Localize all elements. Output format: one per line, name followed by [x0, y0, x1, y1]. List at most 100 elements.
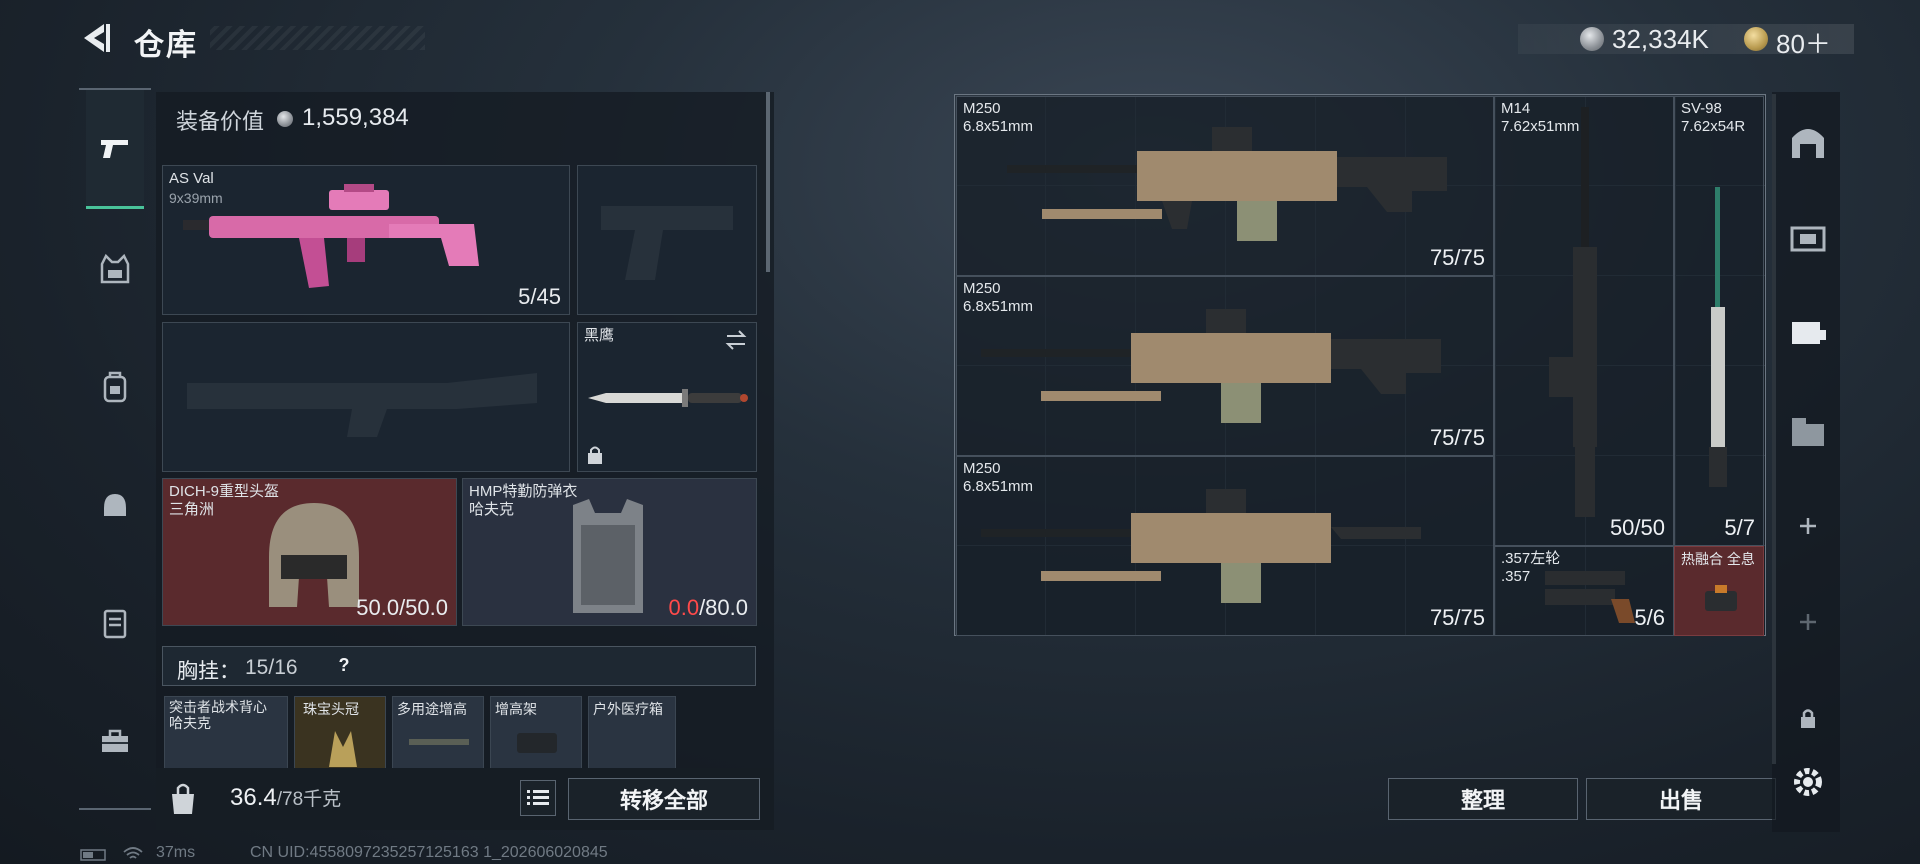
storage-tab-main[interactable] — [1782, 116, 1834, 168]
ping-display: 37ms — [156, 844, 196, 861]
storage-tab-3[interactable] — [1782, 306, 1834, 358]
vest-item-slot[interactable]: 增高架 — [490, 696, 582, 774]
riser-icon — [409, 739, 469, 745]
storage-box-icon — [1790, 226, 1826, 252]
storage-box-icon — [1792, 418, 1824, 446]
lock-icon — [588, 446, 602, 464]
helmet-icon — [269, 503, 359, 607]
toolbox-icon — [102, 729, 128, 752]
user-uid: CN UID:4558097235257125163 1_20260602084… — [250, 844, 608, 861]
helmet-slot[interactable]: DICH-9重型头盔 三角洲 50.0/50.0 — [162, 478, 457, 626]
helmet-durability-max: /50.0 — [399, 595, 448, 620]
list-view-button[interactable] — [520, 780, 556, 816]
melee-slot[interactable]: 黑鹰 — [577, 322, 757, 472]
tab-weapons[interactable] — [86, 90, 144, 209]
silver-coin-icon — [1580, 27, 1604, 51]
gold-coin-icon — [1744, 27, 1768, 51]
stash-item-revolver[interactable]: .357左轮 .357 5/6 — [1494, 546, 1674, 636]
list-icon — [527, 790, 549, 805]
sniper-rifle-icon — [1549, 107, 1597, 517]
armor-vest-icon — [573, 499, 643, 613]
helmet-faction: 三角洲 — [169, 501, 215, 518]
sort-button[interactable]: 整理 — [1388, 778, 1578, 820]
primary-weapon-slot[interactable]: AS Val 9x39mm 5/45 — [162, 165, 570, 315]
add-storage-button[interactable] — [1782, 596, 1834, 648]
pistol-icon — [101, 140, 128, 158]
swap-icon[interactable] — [724, 329, 748, 351]
sniper-rifle-icon — [1709, 187, 1727, 487]
pistol-slot[interactable] — [577, 165, 757, 315]
chest-rig-label: 胸挂： — [177, 660, 240, 683]
vest-item-name: 突击者战术背心 — [169, 699, 267, 715]
backpack-icon — [103, 371, 127, 403]
vest-item-slot[interactable]: 多用途增高 — [392, 696, 484, 774]
item-count: 75/75 — [1429, 245, 1485, 270]
gold-currency[interactable]: 80＋ — [1776, 24, 1831, 61]
knife-icon — [588, 389, 748, 407]
page-title: 仓库 — [134, 29, 198, 62]
stash-item-sv98[interactable]: SV-98 7.62x54R 5/7 — [1674, 96, 1764, 546]
storage-box-icon — [1792, 322, 1826, 344]
item-count: 50/50 — [1609, 515, 1665, 540]
armor-name: HMP特勤防弹衣 — [469, 483, 578, 500]
vest-item-sub: 哈夫克 — [169, 715, 211, 731]
machine-gun-icon — [1007, 127, 1447, 241]
back-arrow-icon[interactable] — [78, 20, 112, 56]
storage-tab-4[interactable] — [1782, 404, 1834, 456]
revolver-icon — [1545, 571, 1635, 623]
secondary-weapon-slot[interactable] — [162, 322, 570, 472]
tab-vest[interactable] — [86, 240, 144, 298]
armor-slot[interactable]: HMP特勤防弹衣 哈夫克 0.0/80.0 — [462, 478, 757, 626]
help-icon[interactable]: ? — [331, 651, 357, 679]
transfer-all-button[interactable]: 转移全部 — [568, 778, 760, 820]
bag-weight-icon — [172, 783, 194, 814]
armor-durability-current: 0.0 — [668, 595, 700, 620]
stash-item-m250[interactable]: M250 6.8x51mm 75/75 — [956, 456, 1494, 636]
battery-icon — [80, 849, 106, 861]
helmet-durability: 50.0/50.0 — [356, 595, 448, 621]
equipment-value-label: 装备价值 — [176, 109, 265, 134]
tab-toolbox[interactable] — [86, 712, 144, 770]
silver-currency[interactable]: 32,334K — [1612, 24, 1709, 55]
weight-display: 36.4/78千克 — [230, 784, 341, 812]
storage-tab-2[interactable] — [1782, 210, 1834, 262]
jewel-crown-icon — [329, 731, 357, 767]
weight-current: 36.4 — [230, 784, 277, 811]
tab-secure-bag[interactable] — [86, 476, 144, 534]
gear-icon — [1794, 768, 1822, 796]
locked-storage[interactable] — [1782, 692, 1834, 744]
rifle-placeholder-icon — [187, 373, 537, 437]
stash-item-m250[interactable]: M250 6.8x51mm 75/75 — [956, 276, 1494, 456]
item-count: 75/75 — [1429, 605, 1485, 630]
chest-rig-capacity: 15/16 — [245, 656, 298, 679]
item-count: 75/75 — [1429, 425, 1485, 450]
vest-item-name: 增高架 — [495, 701, 537, 717]
tab-backpack[interactable] — [86, 358, 144, 416]
sell-button[interactable]: 出售 — [1586, 778, 1776, 820]
weight-max: /78千克 — [276, 789, 342, 810]
plus-icon — [1800, 518, 1816, 534]
vest-item-slot[interactable]: 突击者战术背心 哈夫克 — [164, 696, 288, 774]
vest-item-slot[interactable]: 户外医疗箱 — [588, 696, 676, 774]
plus-icon — [1800, 614, 1816, 630]
vest-item-slot[interactable]: 珠宝头冠 — [294, 696, 386, 774]
armor-faction: 哈夫克 — [469, 501, 515, 518]
vest-item-name: 户外医疗箱 — [593, 701, 663, 717]
holo-sight-icon — [1705, 585, 1737, 611]
wifi-icon — [123, 847, 143, 859]
chest-rig-bar[interactable]: 胸挂： 15/16 ? — [162, 646, 756, 686]
add-storage-button[interactable] — [1782, 500, 1834, 552]
stash-item-holo-sight[interactable]: 热融合 全息 — [1674, 546, 1764, 636]
panel-scrollbar[interactable] — [766, 92, 770, 272]
item-count: 5/6 — [1634, 605, 1665, 630]
mount-icon — [517, 733, 557, 753]
settings-button[interactable] — [1782, 756, 1834, 808]
tab-locker[interactable] — [86, 594, 144, 652]
stash-item-m14[interactable]: M14 7.62x51mm 50/50 — [1494, 96, 1674, 546]
vest-item-name: 珠宝头冠 — [303, 701, 359, 717]
item-count: 5/7 — [1724, 515, 1755, 540]
equipment-value: 1,559,384 — [302, 104, 409, 131]
title-decoration — [210, 26, 425, 50]
item-name: 热融合 全息 — [1681, 551, 1755, 567]
stash-item-m250[interactable]: M250 6.8x51mm 75/75 — [956, 96, 1494, 276]
